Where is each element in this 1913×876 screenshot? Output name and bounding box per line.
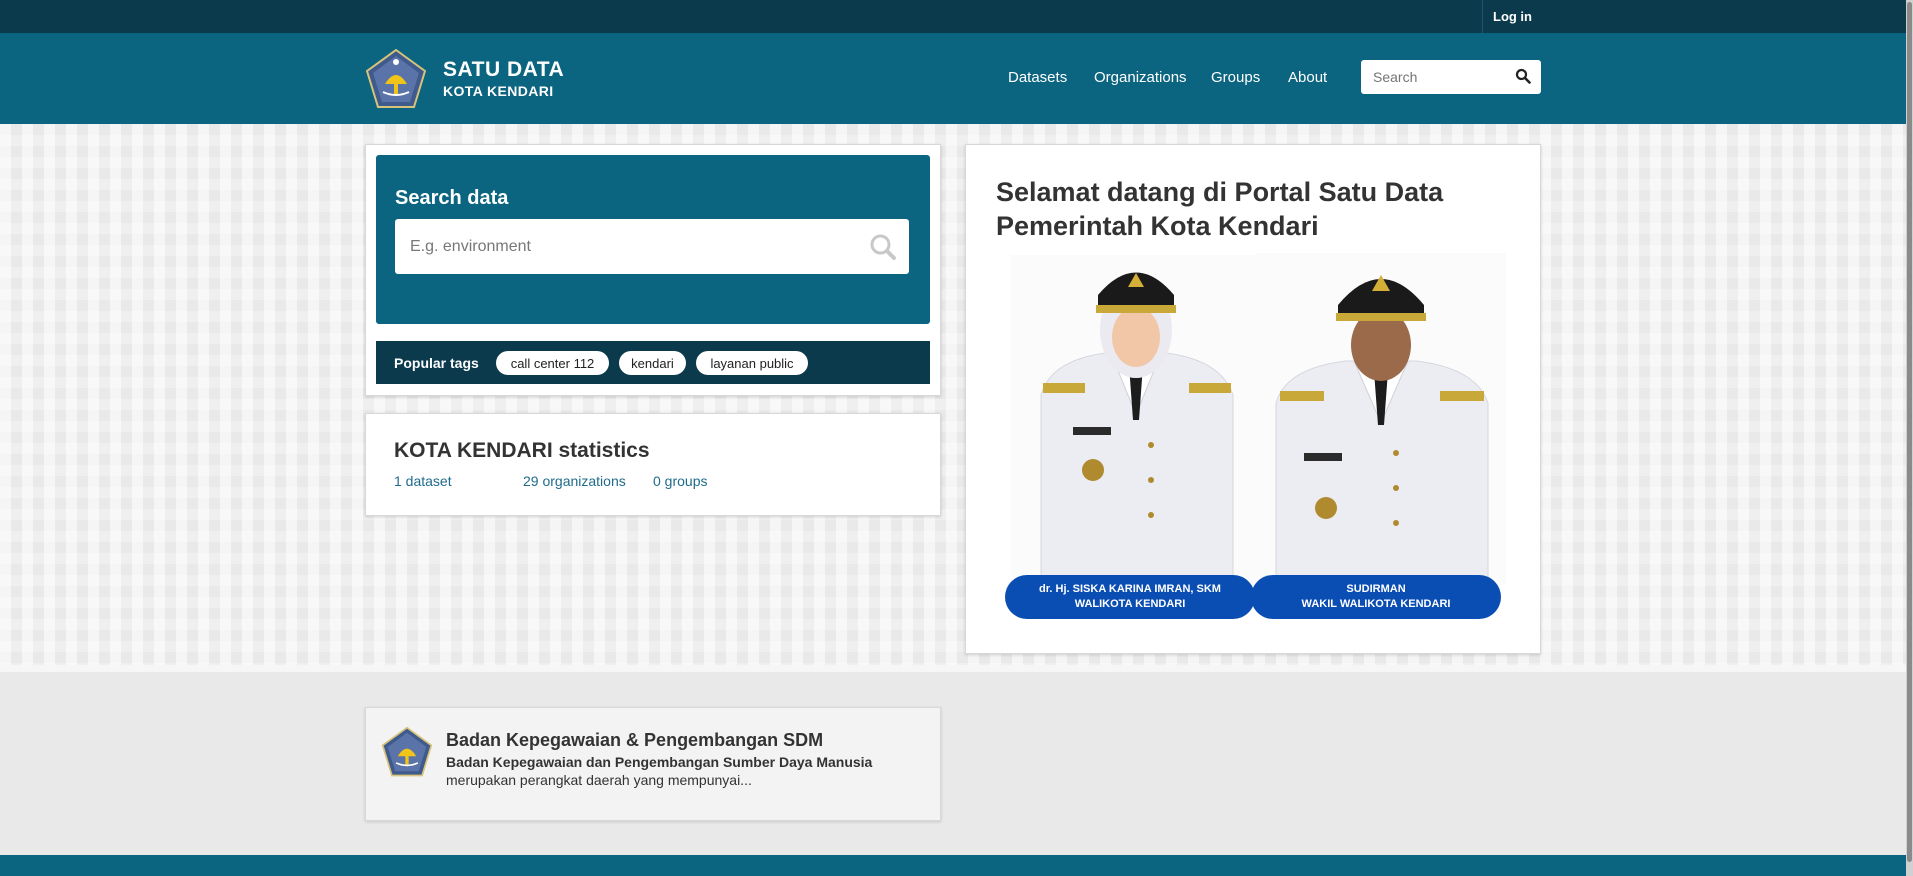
welcome-title: Selamat datang di Portal Satu Data Pemer… — [996, 177, 1444, 241]
vice-mayor-name: SUDIRMAN — [1346, 583, 1406, 595]
dataset-search-button[interactable] — [869, 233, 897, 261]
dataset-search-input[interactable] — [410, 219, 850, 274]
site-title[interactable]: SATU DATA — [443, 58, 564, 82]
scrollbar-thumb[interactable] — [1907, 2, 1912, 862]
mayor-name-badge: dr. Hj. SISKA KARINA IMRAN, SKM WALIKOTA… — [1005, 575, 1255, 619]
organization-name-link[interactable]: Badan Kepegawaian & Pengembangan SDM — [446, 730, 823, 751]
welcome-module: Selamat datang di Portal Satu Data Pemer… — [965, 144, 1541, 654]
login-link[interactable]: Log in — [1482, 0, 1542, 33]
stat-datasets-link[interactable]: 1 dataset — [394, 473, 452, 489]
mayor-name: dr. Hj. SISKA KARINA IMRAN, SKM — [1039, 583, 1221, 595]
vice-mayor-role: WAKIL WALIKOTA KENDARI — [1301, 598, 1451, 610]
city-emblem-logo[interactable] — [365, 48, 427, 110]
popular-tags-bar: Popular tags call center 112 kendari lay… — [376, 341, 930, 384]
header-search-button[interactable] — [1513, 67, 1533, 87]
search-icon — [870, 234, 896, 260]
page-scrollbar[interactable] — [1906, 0, 1913, 876]
search-module: Search data Popular tags call center 112… — [365, 144, 941, 396]
organization-emblem-logo — [381, 726, 433, 777]
nav-organizations[interactable]: Organizations — [1094, 69, 1187, 86]
vice-mayor-portrait-image — [1256, 253, 1506, 585]
tag-kendari[interactable]: kendari — [619, 351, 686, 375]
search-panel: Search data — [376, 155, 930, 324]
stat-groups-link[interactable]: 0 groups — [653, 473, 707, 489]
hero-divider — [0, 665, 1906, 672]
stat-organizations-link[interactable]: 29 organizations — [523, 473, 626, 489]
search-heading: Search data — [395, 187, 509, 209]
nav-groups[interactable]: Groups — [1211, 69, 1260, 86]
site-subtitle: KOTA KENDARI — [443, 83, 554, 99]
masthead: SATU DATA KOTA KENDARI Datasets Organiza… — [0, 33, 1906, 124]
organization-card[interactable]: Badan Kepegawaian & Pengembangan SDM Bad… — [365, 707, 941, 821]
tag-layanan-public[interactable]: layanan public — [696, 351, 808, 375]
header-search-input[interactable] — [1373, 60, 1503, 94]
header-search — [1361, 60, 1541, 94]
vice-mayor-name-badge: SUDIRMAN WAKIL WALIKOTA KENDARI — [1251, 575, 1501, 619]
organization-description: merupakan perangkat daerah yang mempunya… — [446, 772, 752, 788]
nav-datasets[interactable]: Datasets — [1008, 69, 1067, 86]
mayor-role: WALIKOTA KENDARI — [1074, 598, 1186, 610]
search-icon — [1515, 68, 1531, 84]
popular-tags-label: Popular tags — [394, 355, 479, 371]
nav-about[interactable]: About — [1288, 69, 1327, 86]
mayor-portrait-image — [1011, 255, 1261, 585]
organization-description-title: Badan Kepegawaian dan Pengembangan Sumbe… — [446, 754, 873, 770]
stats-title: KOTA KENDARI statistics — [394, 439, 650, 462]
hero-background — [0, 124, 1906, 672]
stats-module: KOTA KENDARI statistics 1 dataset 29 org… — [365, 413, 941, 516]
dataset-search-box — [395, 219, 909, 274]
account-bar: Log in — [0, 0, 1906, 33]
footer-strip — [0, 855, 1906, 876]
tag-call-center-112[interactable]: call center 112 — [496, 351, 609, 375]
